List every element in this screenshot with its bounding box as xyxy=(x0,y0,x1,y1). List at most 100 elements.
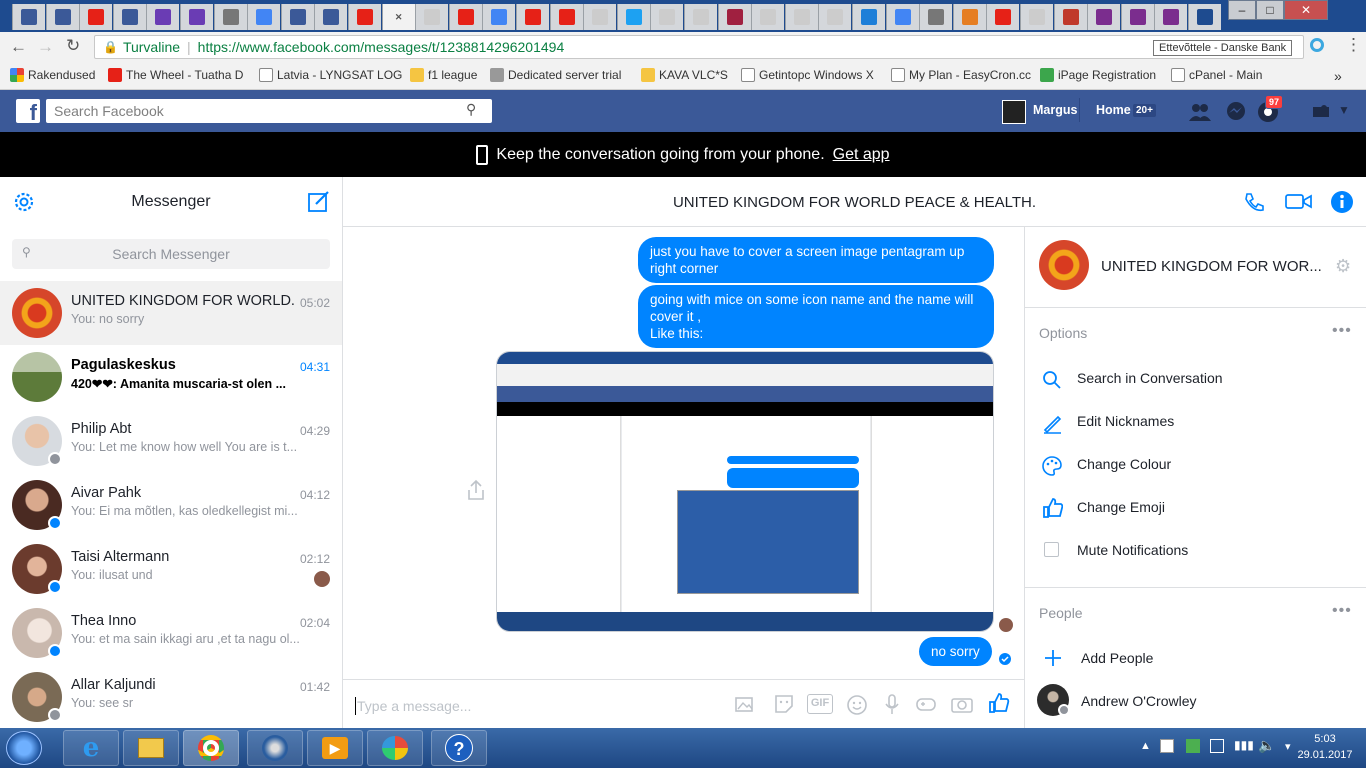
taskbar-help[interactable]: ? xyxy=(431,730,487,766)
settings-gear-icon[interactable]: ⚙ xyxy=(1335,256,1351,277)
browser-tab[interactable] xyxy=(650,4,684,30)
browser-tab[interactable] xyxy=(1120,4,1154,30)
back-icon[interactable]: ← xyxy=(10,37,27,57)
messenger-search-input[interactable]: ⚲ Search Messenger xyxy=(12,239,330,269)
conversation-item[interactable]: Taisi Altermann 02:12 You: ilusat und xyxy=(0,537,342,601)
change-colour-option[interactable]: Change Colour xyxy=(1025,453,1366,483)
extension-icon[interactable] xyxy=(1310,38,1324,52)
people-more-icon[interactable]: ••• xyxy=(1332,602,1352,620)
account-menu-icon[interactable]: ▼ xyxy=(1338,103,1350,117)
browser-tab[interactable] xyxy=(784,4,818,30)
conversation-item[interactable]: Aivar Pahk 04:12 You: Ei ma mõtlen, kas … xyxy=(0,473,342,537)
browser-tab[interactable] xyxy=(818,4,852,30)
conversation-item[interactable]: Pagulaskeskus 04:31 420❤❤: Amanita musca… xyxy=(0,345,342,409)
bookmark-item[interactable]: Dedicated server trial xyxy=(490,68,621,82)
privacy-icon[interactable] xyxy=(1312,104,1330,118)
browser-tab[interactable] xyxy=(1053,4,1087,30)
browser-tab[interactable] xyxy=(348,4,381,30)
person-item[interactable]: Andrew O'Crowley xyxy=(1025,683,1366,719)
browser-tab[interactable] xyxy=(482,4,516,30)
menu-icon[interactable]: ⋮ xyxy=(1345,35,1362,55)
bookmark-item[interactable]: KAVA VLC*S xyxy=(641,68,728,82)
user-name-link[interactable]: Margus xyxy=(1033,103,1077,117)
compose-icon[interactable] xyxy=(307,189,331,213)
conversation-info-icon[interactable] xyxy=(1330,190,1354,214)
browser-tab[interactable] xyxy=(952,4,986,30)
share-icon[interactable] xyxy=(466,479,486,501)
browser-tab[interactable] xyxy=(79,4,113,30)
mute-checkbox[interactable] xyxy=(1044,542,1059,557)
taskbar-paint[interactable] xyxy=(367,730,423,766)
reload-icon[interactable]: ↻ xyxy=(66,36,80,56)
message-bubble[interactable]: no sorry xyxy=(919,637,992,666)
browser-tab[interactable] xyxy=(919,4,953,30)
home-link[interactable]: Home xyxy=(1096,103,1131,117)
conversation-item[interactable]: Allar Kaljundi 01:42 You: see sr xyxy=(0,665,342,728)
clock-time[interactable]: 5:03 xyxy=(1295,733,1355,745)
taskbar-chrome[interactable] xyxy=(183,730,239,766)
conversation-item[interactable]: Philip Abt 04:29 You: Let me know how we… xyxy=(0,409,342,473)
browser-tab[interactable] xyxy=(314,4,348,30)
browser-tab[interactable] xyxy=(12,4,45,30)
browser-tab[interactable] xyxy=(717,4,751,30)
browser-tab[interactable] xyxy=(583,4,617,30)
minimize-button[interactable]: – xyxy=(1228,0,1256,20)
game-controller-icon[interactable] xyxy=(915,695,937,713)
volume-icon[interactable]: 🔈 xyxy=(1258,737,1275,754)
keyboard-layout-icon[interactable]: ▾ xyxy=(1285,740,1291,753)
browser-tab[interactable] xyxy=(247,4,281,30)
browser-tab[interactable] xyxy=(112,4,146,30)
browser-tab[interactable] xyxy=(146,4,180,30)
mute-notifications-option[interactable]: Mute Notifications xyxy=(1025,539,1366,569)
thumbs-up-icon[interactable] xyxy=(987,691,1011,715)
browser-tab[interactable]: ✕ xyxy=(381,4,415,30)
message-bubble[interactable]: going with mice on some icon name and th… xyxy=(638,285,994,348)
bookmark-item[interactable]: The Wheel - Tuatha D xyxy=(108,68,243,82)
start-button[interactable] xyxy=(6,731,42,765)
browser-tab[interactable] xyxy=(986,4,1020,30)
get-app-link[interactable]: Get app xyxy=(833,146,890,164)
bookmark-apps[interactable]: Rakendused xyxy=(10,68,95,82)
microphone-icon[interactable] xyxy=(883,693,901,717)
bookmark-item[interactable]: f1 league xyxy=(410,68,477,82)
browser-tab[interactable] xyxy=(549,4,583,30)
options-more-icon[interactable]: ••• xyxy=(1332,322,1352,340)
message-input[interactable]: Type a message... xyxy=(357,698,471,714)
shared-screenshot-image[interactable] xyxy=(496,351,994,632)
browser-tab[interactable] xyxy=(180,4,213,30)
browser-tab[interactable] xyxy=(684,4,717,30)
taskbar-app[interactable] xyxy=(247,730,303,766)
video-call-icon[interactable] xyxy=(1285,192,1313,212)
network-status-icon[interactable] xyxy=(1186,739,1200,753)
close-window-button[interactable]: ✕ xyxy=(1284,0,1328,20)
bookmark-item[interactable]: My Plan - EasyCron.cc xyxy=(891,68,1031,82)
browser-tab[interactable] xyxy=(616,4,650,30)
search-in-conversation-option[interactable]: Search in Conversation xyxy=(1025,367,1366,397)
bookmark-item[interactable]: Getintopc Windows X xyxy=(741,68,874,82)
bookmark-item[interactable]: Latvia - LYNGSAT LOG xyxy=(259,68,402,82)
add-people-option[interactable]: Add People xyxy=(1025,647,1366,677)
maximize-button[interactable]: □ xyxy=(1256,0,1284,20)
taskbar-media-player[interactable]: ▶ xyxy=(307,730,363,766)
facebook-logo-icon[interactable]: f xyxy=(16,99,40,123)
flag-icon[interactable] xyxy=(1160,739,1174,753)
photo-icon[interactable] xyxy=(734,694,756,714)
taskbar-internet-explorer[interactable]: e xyxy=(63,730,119,766)
facebook-search-input[interactable]: Search Facebook xyxy=(46,99,492,123)
more-bookmarks-button[interactable]: » xyxy=(1334,68,1342,84)
clock-date[interactable]: 29.01.2017 xyxy=(1295,749,1355,761)
browser-tab[interactable] xyxy=(751,4,785,30)
browser-tab[interactable] xyxy=(885,4,919,30)
browser-tab[interactable] xyxy=(213,4,247,30)
show-hidden-icons-icon[interactable]: ▲ xyxy=(1140,740,1151,752)
taskbar-file-explorer[interactable] xyxy=(123,730,179,766)
edit-nicknames-option[interactable]: Edit Nicknames xyxy=(1025,410,1366,440)
address-bar[interactable]: 🔒 Turvaline | https://www.facebook.com/m… xyxy=(94,35,1304,59)
friend-requests-icon[interactable] xyxy=(1188,102,1212,122)
emoji-icon[interactable] xyxy=(846,694,868,716)
change-emoji-option[interactable]: Change Emoji xyxy=(1025,496,1366,526)
browser-tab[interactable] xyxy=(1188,4,1221,30)
bookmark-item[interactable]: cPanel - Main xyxy=(1171,68,1262,82)
camera-icon[interactable] xyxy=(950,694,974,714)
browser-tab[interactable] xyxy=(1020,4,1053,30)
